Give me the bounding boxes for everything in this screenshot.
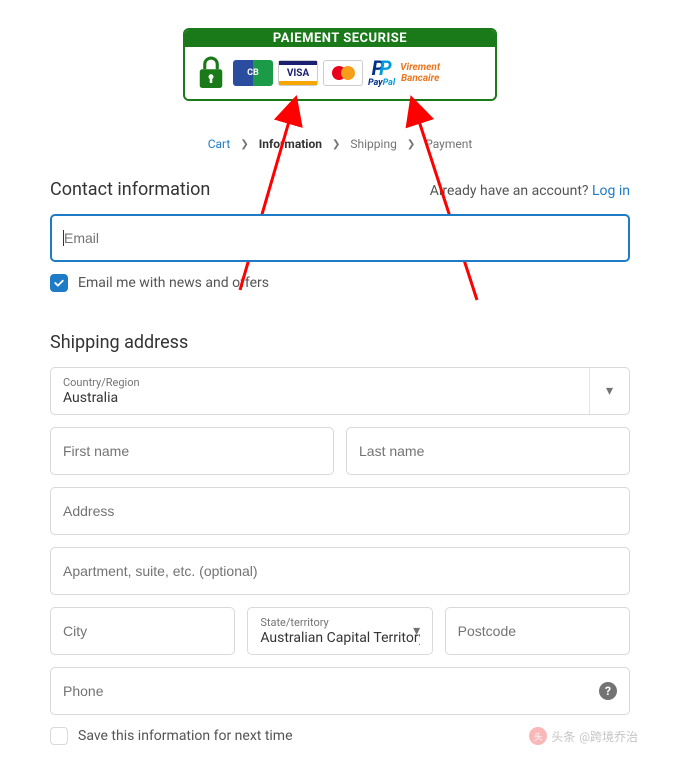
save-info-checkbox[interactable]	[50, 727, 68, 745]
phone-input[interactable]	[63, 683, 617, 699]
banner-title: PAIEMENT SECURISE	[185, 30, 495, 47]
breadcrumb-cart[interactable]: Cart	[208, 137, 231, 151]
newsletter-checkbox-row[interactable]: Email me with news and offers	[50, 274, 630, 292]
watermark: 头 头条 @跨境乔治	[529, 727, 638, 745]
breadcrumb: Cart ❯ Information ❯ Shipping ❯ Payment	[50, 101, 630, 179]
address-input[interactable]	[63, 503, 617, 519]
login-link[interactable]: Log in	[592, 183, 630, 199]
save-info-label: Save this information for next time	[78, 728, 293, 744]
already-have-account: Already have an account?	[430, 183, 589, 199]
apartment-input[interactable]	[63, 563, 617, 579]
watermark-icon: 头	[529, 727, 547, 745]
cb-card-icon: CB	[233, 60, 273, 86]
address-field[interactable]	[50, 487, 630, 535]
newsletter-label: Email me with news and offers	[78, 275, 269, 291]
mastercard-icon	[323, 60, 363, 86]
state-value: Australian Capital Territory	[260, 630, 419, 646]
email-field[interactable]	[50, 214, 630, 262]
first-name-input[interactable]	[63, 443, 321, 459]
caret-down-icon: ▾	[402, 608, 432, 654]
newsletter-checkbox[interactable]	[50, 274, 68, 292]
bank-transfer-icon: Virement Bancaire	[400, 62, 440, 84]
state-field[interactable]: State/territory Australian Capital Terri…	[247, 607, 432, 655]
email-input[interactable]	[64, 230, 640, 246]
postcode-input[interactable]	[458, 623, 617, 639]
lock-icon	[195, 53, 227, 93]
country-field[interactable]: Country/Region Australia ▾	[50, 367, 630, 415]
phone-field[interactable]: ?	[50, 667, 630, 715]
help-icon[interactable]: ?	[599, 682, 617, 700]
caret-down-icon: ▾	[589, 368, 629, 414]
state-label: State/territory	[260, 616, 419, 629]
postcode-field[interactable]	[445, 607, 630, 655]
last-name-field[interactable]	[346, 427, 630, 475]
visa-card-icon: VISA	[278, 60, 318, 86]
paypal-icon: PP PayPal	[368, 58, 395, 88]
apartment-field[interactable]	[50, 547, 630, 595]
chevron-right-icon: ❯	[332, 139, 340, 150]
last-name-input[interactable]	[359, 443, 617, 459]
city-field[interactable]	[50, 607, 235, 655]
breadcrumb-payment: Payment	[425, 137, 472, 151]
contact-heading: Contact information	[50, 179, 210, 200]
security-banner: PAIEMENT SECURISE CB VISA PP PayPal Vire…	[183, 28, 497, 101]
chevron-right-icon: ❯	[407, 139, 415, 150]
country-label: Country/Region	[63, 376, 617, 389]
first-name-field[interactable]	[50, 427, 334, 475]
breadcrumb-information: Information	[259, 137, 322, 151]
city-input[interactable]	[63, 623, 222, 639]
country-value: Australia	[63, 390, 617, 406]
shipping-heading: Shipping address	[50, 332, 630, 353]
breadcrumb-shipping: Shipping	[350, 137, 396, 151]
chevron-right-icon: ❯	[240, 139, 248, 150]
